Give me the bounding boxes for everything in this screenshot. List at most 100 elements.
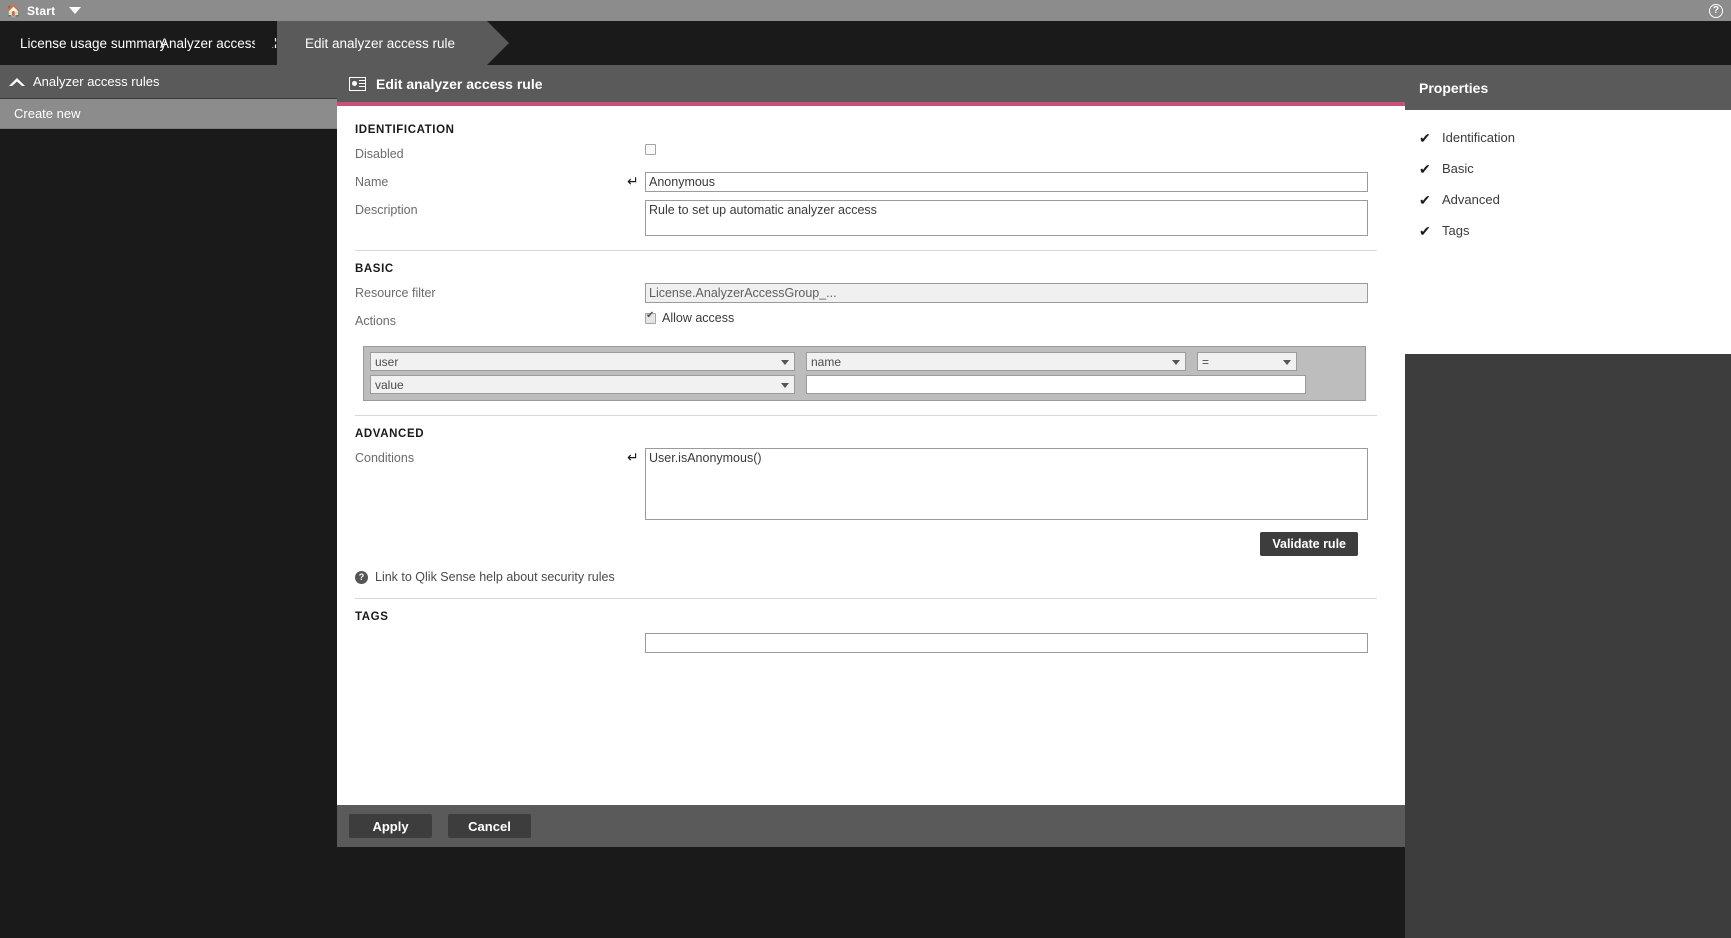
section-title-tags: TAGS [355,611,389,623]
chevron-down-icon [781,360,789,365]
form-content: IDENTIFICATION Disabled Name ↵ Descripti [337,106,1405,653]
properties-item-label: Advanced [1442,192,1500,207]
check-icon: ✔ [1419,222,1431,239]
rule-value-type-select-value: value [375,377,404,392]
field-row-name: Name ↵ [355,172,1377,197]
field-label-resource-filter: Resource filter [355,286,436,300]
field-row-disabled: Disabled [355,144,1377,169]
tags-input[interactable] [645,633,1368,653]
cancel-button[interactable]: Cancel [448,814,531,838]
disabled-checkbox[interactable] [645,144,656,155]
top-bar-right: ? [1709,3,1723,18]
apply-button[interactable]: Apply [349,814,432,838]
properties-item-label: Basic [1442,161,1474,176]
field-row-resource-filter: Resource filter [355,283,1377,308]
field-label-disabled: Disabled [355,147,404,161]
rule-row-1: user name = [370,352,1359,371]
chevron-up-icon[interactable] [6,72,28,92]
field-row-conditions: Conditions ↵ [355,448,1377,520]
field-row-description: Description [355,200,1377,236]
divider-advanced [355,415,1377,416]
action-rule-builder: user name = value [363,346,1366,401]
security-rules-help-link[interactable]: Link to Qlik Sense help about security r… [375,570,615,584]
name-input[interactable] [645,172,1368,192]
chevron-down-icon [781,383,789,388]
form-footer: Apply Cancel [337,805,1405,847]
rule-property-select-value: name [811,354,842,369]
properties-item-label: Tags [1442,223,1470,238]
field-control-description [645,200,1377,236]
properties-item-identification[interactable]: ✔ Identification [1405,122,1731,153]
allow-access-checkbox-wrap[interactable]: Allow access [645,311,734,325]
section-title-advanced: ADVANCED [355,428,425,440]
tags-field-wrap [355,633,1377,653]
field-label-actions: Actions [355,314,396,328]
properties-item-advanced[interactable]: ✔ Advanced [1405,184,1731,215]
rule-value-input[interactable] [806,375,1306,394]
properties-panel-title: Properties [1419,79,1489,96]
chevron-down-icon[interactable] [69,7,82,14]
section-title-identification: IDENTIFICATION [355,124,455,136]
form-scroll-area: IDENTIFICATION Disabled Name ↵ Descripti [337,106,1405,805]
footer-filler [337,847,1405,938]
start-menu-label[interactable]: Start [27,4,55,18]
home-icon[interactable]: 🏠 [6,5,21,17]
main-panel: Edit analyzer access rule IDENTIFICATION… [337,65,1405,805]
sidebar-header[interactable]: Analyzer access rules [0,65,337,99]
breadcrumb: License usage summary Analyzer access ru… [0,21,1731,86]
sidebar: Analyzer access rules Create new [0,65,337,938]
description-textarea[interactable] [645,200,1368,236]
properties-item-tags[interactable]: ✔ Tags [1405,215,1731,246]
check-icon: ✔ [1419,129,1431,146]
qmc-app-window: 🏠 Start ? License usage summary Analyzer… [0,0,1731,938]
sidebar-bottom-filler [0,847,337,938]
id-card-icon [349,76,366,91]
check-icon: ✔ [1419,191,1431,208]
rule-row-2: value [370,375,1359,394]
field-control-resource-filter [645,283,1377,303]
properties-list: ✔ Identification ✔ Basic ✔ Advanced ✔ Ta… [1405,110,1731,309]
rule-resource-select-value: user [375,354,399,369]
security-rules-help-link-row: ? Link to Qlik Sense help about security… [355,570,1377,584]
breadcrumb-item-edit-analyzer-access-rule[interactable]: Edit analyzer access rule [254,21,510,65]
conditions-textarea[interactable] [645,448,1368,520]
rule-value-type-select[interactable]: value [370,375,795,394]
divider-basic [355,250,1377,251]
chevron-down-icon [1172,360,1180,365]
field-label-description: Description [355,203,418,217]
allow-access-label: Allow access [662,311,735,325]
divider-tags [355,598,1377,599]
field-control-disabled [645,144,1377,155]
resource-filter-input[interactable] [645,283,1368,303]
field-control-actions: Allow access [645,311,1377,325]
sidebar-item-create-new[interactable]: Create new [0,99,337,129]
help-icon[interactable]: ? [1709,3,1723,18]
check-icon: ✔ [1419,160,1431,177]
section-title-basic: BASIC [355,263,394,275]
properties-item-label: Identification [1442,130,1515,145]
field-row-actions: Actions Allow access [355,311,1377,336]
rule-operator-select-value: = [1202,354,1210,369]
field-control-name: ↵ [627,172,1377,192]
top-bar: 🏠 Start ? [0,0,1731,21]
validate-rule-row: Validate rule [355,532,1377,556]
properties-panel-header: Properties [1405,65,1731,110]
page-title: Edit analyzer access rule [376,75,543,92]
validate-rule-button[interactable]: Validate rule [1260,532,1358,556]
field-control-conditions: ↵ [627,448,1377,520]
undo-icon[interactable]: ↵ [627,450,641,464]
properties-panel: Properties ✔ Identification ✔ Basic ✔ Ad… [1405,65,1731,938]
allow-access-checkbox[interactable] [645,311,656,324]
properties-panel-filler [1405,354,1731,938]
field-label-name: Name [355,175,389,189]
properties-item-basic[interactable]: ✔ Basic [1405,153,1731,184]
undo-icon[interactable]: ↵ [627,174,641,188]
sidebar-header-label: Analyzer access rules [33,74,160,89]
question-circle-icon: ? [355,570,368,584]
main-panel-header: Edit analyzer access rule [337,65,1405,102]
rule-property-select[interactable]: name [806,352,1186,371]
chevron-down-icon [1283,360,1291,365]
rule-operator-select[interactable]: = [1197,352,1297,371]
field-label-conditions: Conditions [355,451,415,465]
rule-resource-select[interactable]: user [370,352,795,371]
